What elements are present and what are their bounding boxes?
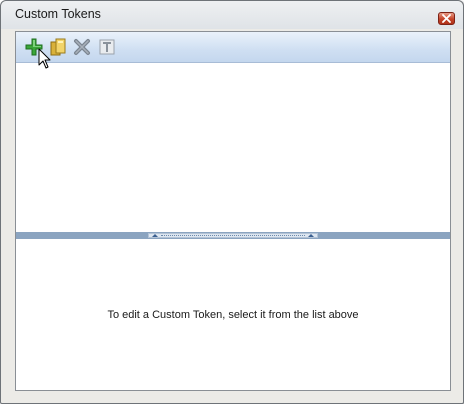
add-token-button[interactable] xyxy=(24,37,44,57)
add-icon xyxy=(25,38,43,56)
open-token-button[interactable] xyxy=(48,37,68,57)
toolbar xyxy=(16,32,450,63)
window-title: Custom Tokens xyxy=(15,7,101,21)
delete-icon xyxy=(74,39,90,55)
close-icon xyxy=(442,14,451,23)
empty-editor-hint: To edit a Custom Token, select it from t… xyxy=(107,309,359,321)
collapse-up-arrow-icon[interactable] xyxy=(308,234,314,237)
splitter[interactable] xyxy=(16,232,450,239)
rename-token-button[interactable] xyxy=(97,37,117,57)
text-token-icon xyxy=(99,39,115,55)
folder-icon xyxy=(50,38,66,56)
collapse-up-arrow-icon[interactable] xyxy=(152,234,158,237)
token-editor-area: To edit a Custom Token, select it from t… xyxy=(16,239,450,390)
tokens-list[interactable] xyxy=(16,63,450,232)
splitter-grip[interactable] xyxy=(148,233,318,238)
delete-token-button[interactable] xyxy=(72,37,92,57)
close-button[interactable] xyxy=(438,12,455,25)
tokens-panel: To edit a Custom Token, select it from t… xyxy=(15,31,451,391)
grip-dots xyxy=(161,235,305,236)
title-bar[interactable]: Custom Tokens xyxy=(1,1,463,29)
custom-tokens-window: Custom Tokens To edit a Custom Token, se… xyxy=(0,0,464,404)
